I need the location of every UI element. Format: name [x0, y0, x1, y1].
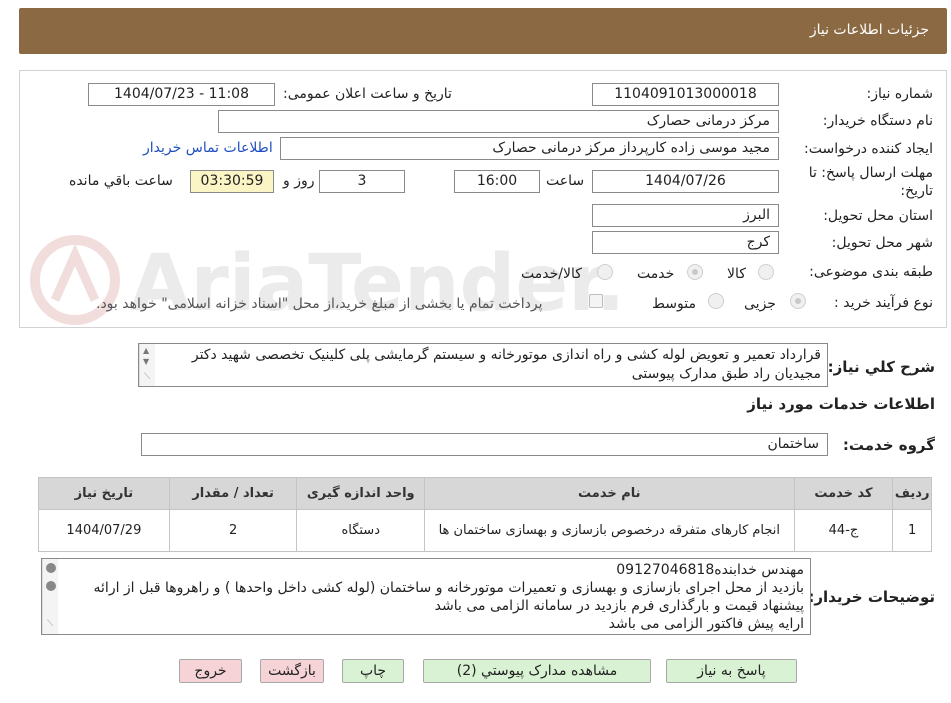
province-label: استان محل تحویل: [823, 208, 933, 224]
services-table: رديف کد خدمت نام خدمت واحد اندازه گیری ت… [38, 477, 932, 552]
col-date-header: تاریخ نیاز [38, 477, 170, 510]
description-textarea[interactable]: قرارداد تعمیر و تعویض لوله کشی و راه اند… [138, 343, 828, 387]
row-date: 1404/07/29 [38, 509, 170, 552]
days-label: روز و [283, 173, 315, 189]
process-label: نوع فرآیند خرید : [834, 295, 933, 311]
buyer-org-field: مرکز درمانی حصارک [218, 110, 779, 133]
deadline-label: مهلت ارسال پاسخ: تا [808, 165, 933, 181]
buyer-contact-link[interactable]: اطلاعات تماس خریدار [143, 140, 273, 156]
row-unit: دستگاه [296, 509, 426, 552]
col-index-header: رديف [892, 477, 932, 510]
category-radio-service[interactable] [687, 264, 703, 280]
col-code-header: کد خدمت [793, 477, 894, 510]
row-index: 1 [892, 509, 932, 552]
deadline-date-field: 1404/07/26 [592, 170, 779, 193]
remaining-days-field: 3 [319, 170, 405, 193]
process-option-medium: متوسط [652, 296, 696, 312]
description-label: شرح کلي نياز: [827, 358, 935, 376]
row-code: ج-44 [793, 509, 894, 552]
process-option-minor: جزیی [744, 296, 776, 312]
announce-label: تاریخ و ساعت اعلان عمومی: [283, 86, 452, 102]
services-section-title: اطلاعات خدمات مورد نياز [747, 395, 935, 413]
print-button[interactable]: چاپ [342, 659, 404, 683]
city-field: کرج [592, 231, 779, 254]
announce-datetime-field: 1404/07/23 - 11:08 [88, 83, 275, 106]
service-group-field: ساختمان [141, 433, 828, 456]
resize-grip-icon[interactable]: ⟋ [144, 372, 150, 382]
col-qty-header: تعداد / مقدار [168, 477, 298, 510]
creator-label: ایجاد کننده درخواست: [804, 141, 933, 157]
deadline-date-label: تاریخ: [900, 183, 933, 199]
scroll-down-icon[interactable] [46, 581, 56, 591]
province-field: البرز [592, 204, 779, 227]
back-button[interactable]: بازگشت [260, 659, 324, 683]
info-panel [19, 70, 947, 328]
buyer-org-label: نام دستگاه خریدار: [822, 113, 933, 129]
scroll-down-icon[interactable]: ▼ [143, 357, 149, 366]
buyer-notes-scrollbar[interactable]: ⟋ [42, 559, 58, 634]
buyer-notes-textarea[interactable]: مهندس خدابنده09127046818 بازدید از محل ا… [41, 558, 811, 635]
category-radio-goods[interactable] [758, 264, 774, 280]
need-number-label: شماره نیاز: [866, 86, 934, 102]
row-qty: 2 [168, 509, 298, 552]
remaining-time-label: ساعت باقي مانده [69, 173, 173, 189]
exit-button[interactable]: خروج [179, 659, 242, 683]
category-label: طبقه بندی موضوعی: [809, 264, 933, 280]
treasury-checkbox[interactable] [589, 294, 603, 308]
service-group-label: گروه خدمت: [842, 436, 935, 454]
need-number-field: 1104091013000018 [592, 83, 779, 106]
deadline-time-field: 16:00 [454, 170, 540, 193]
payment-note: پرداخت تمام یا بخشی از مبلغ خرید،از محل … [96, 296, 543, 312]
deadline-time-label: ساعت [546, 173, 585, 189]
process-radio-minor[interactable] [790, 293, 806, 309]
col-unit-header: واحد اندازه گیری [296, 477, 426, 510]
scroll-up-icon[interactable] [46, 563, 56, 573]
scroll-up-icon[interactable]: ▲ [143, 346, 149, 355]
category-option-service: خدمت [637, 266, 675, 282]
city-label: شهر محل تحویل: [831, 235, 933, 251]
category-radio-goods-service[interactable] [597, 264, 613, 280]
col-name-header: نام خدمت [424, 477, 795, 510]
category-option-goods: کالا [727, 266, 746, 282]
category-option-goods-service: کالا/خدمت [521, 266, 582, 282]
page-title: جزئیات اطلاعات نیاز [809, 22, 929, 38]
page-header: جزئیات اطلاعات نیاز [19, 8, 947, 54]
resize-grip-icon[interactable]: ⟋ [47, 619, 53, 629]
buyer-notes-label: توضیحات خریدار: [808, 588, 935, 606]
description-scrollbar[interactable]: ▲ ▼ ⟋ [139, 344, 155, 386]
services-table-header: رديف کد خدمت نام خدمت واحد اندازه گیری ت… [38, 477, 932, 510]
process-radio-medium[interactable] [708, 293, 724, 309]
row-name: انجام کارهای متفرقه درخصوص بازسازی و بهس… [424, 509, 795, 552]
table-row: 1 ج-44 انجام کارهای متفرقه درخصوص بازساز… [38, 509, 932, 552]
view-attachments-button[interactable]: مشاهده مدارک پيوستي (2) [423, 659, 651, 683]
creator-field: مجید موسی زاده کارپرداز مرکز درمانی حصار… [280, 137, 779, 160]
reply-button[interactable]: پاسخ به نياز [666, 659, 797, 683]
remaining-time-field: 03:30:59 [190, 170, 274, 193]
